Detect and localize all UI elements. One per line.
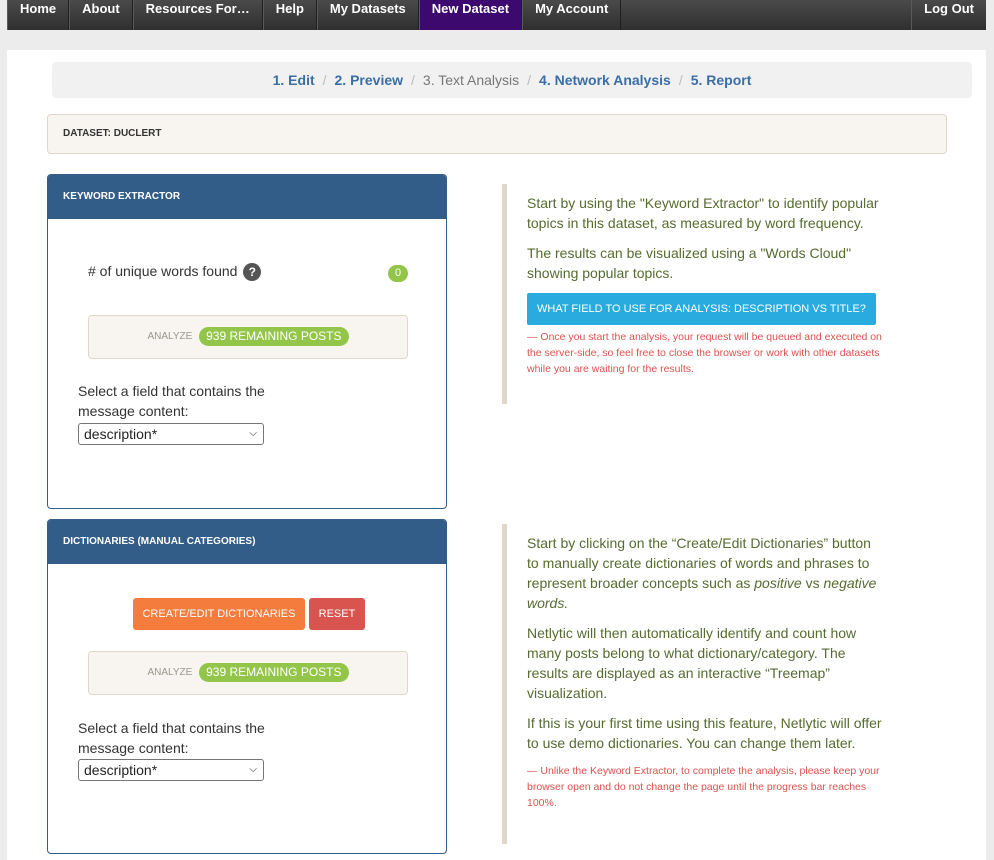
keyword-info-text-2: The results can be visualized using a "W… — [527, 245, 852, 281]
nav-about[interactable]: About — [69, 0, 133, 30]
field-help-button[interactable]: WHAT FIELD TO USE FOR ANALYSIS: DESCRIPT… — [527, 293, 876, 325]
remaining-posts-badge: 939 REMAINING POSTS — [199, 662, 349, 682]
dataset-title: DATASET: DUCLERT — [47, 114, 947, 154]
step-text-analysis: 3. Text Analysis — [422, 72, 520, 88]
unique-words-row: # of unique words found ? 0 — [88, 263, 408, 285]
step-separator: / — [527, 72, 532, 88]
step-preview[interactable]: 2. Preview — [335, 72, 404, 88]
keyword-extractor-header: KEYWORD EXTRACTOR — [48, 175, 446, 219]
dictionaries-field-value: description* — [84, 762, 158, 778]
dictionaries-field-select[interactable]: description* ⌵ — [78, 759, 264, 781]
unique-words-label: # of unique words found — [88, 263, 238, 279]
nav-resources[interactable]: Resources For… — [132, 0, 263, 30]
step-breadcrumb: 1. Edit / 2. Preview / 3. Text Analysis / 4. N… — [52, 62, 972, 98]
positive-word: positive — [754, 575, 802, 591]
keyword-field-value: description* — [84, 426, 158, 442]
dictionaries-info-callout: Start by clicking on the “Create/Edit Di… — [502, 524, 882, 844]
dictionaries-info-text-2: Netlytic will then automatically identif… — [527, 625, 857, 701]
page-content: 1. Edit / 2. Preview / 3. Text Analysis / 4. N… — [7, 50, 986, 860]
keyword-field-select[interactable]: description* ⌵ — [78, 423, 264, 445]
unique-words-count-badge: 0 — [388, 265, 408, 282]
top-nav: Home About Resources For… Help My Datase… — [7, 0, 986, 30]
chevron-down-icon: ⌵ — [249, 764, 257, 775]
reset-button[interactable]: RESET — [309, 598, 365, 630]
nav-my-account[interactable]: My Account — [522, 0, 622, 30]
keyword-analyze-button[interactable]: ANALYZE 939 REMAINING POSTS — [88, 315, 408, 359]
dictionaries-info-text-1: Start by clicking on the “Create/Edit Di… — [527, 533, 882, 613]
step-separator: / — [322, 72, 327, 88]
step-network-analysis[interactable]: 4. Network Analysis — [539, 72, 671, 88]
nav-new-dataset[interactable]: New Dataset — [418, 0, 523, 30]
nav-my-datasets[interactable]: My Datasets — [316, 0, 419, 30]
create-edit-dictionaries-button[interactable]: CREATE/EDIT DICTIONARIES — [133, 598, 305, 630]
dictionaries-analyze-button[interactable]: ANALYZE 939 REMAINING POSTS — [88, 651, 408, 695]
keyword-info-note: — Once you start the analysis, your requ… — [527, 331, 882, 375]
dictionaries-info-text-3: If this is your first time using this fe… — [527, 715, 882, 751]
keyword-extractor-panel: KEYWORD EXTRACTOR # of unique words foun… — [47, 174, 447, 509]
keyword-info-callout: Start by using the "Keyword Extractor" t… — [502, 184, 882, 404]
dictionaries-panel: DICTIONARIES (MANUAL CATEGORIES) CREATE/… — [47, 519, 447, 854]
step-separator: / — [411, 72, 415, 88]
dictionaries-info-note: — Unlike the Keyword Extractor, to compl… — [527, 765, 880, 809]
dictionaries-header: DICTIONARIES (MANUAL CATEGORIES) — [48, 520, 446, 564]
analyze-label: ANALYZE — [147, 667, 193, 678]
dictionaries-field-label: Select a field that contains the message… — [78, 720, 265, 756]
help-icon[interactable]: ? — [243, 263, 262, 282]
nav-home[interactable]: Home — [7, 0, 70, 30]
nav-help[interactable]: Help — [262, 0, 317, 30]
keyword-info-text-1: Start by using the "Keyword Extractor" t… — [527, 195, 879, 231]
chevron-down-icon: ⌵ — [249, 428, 257, 439]
analyze-label: ANALYZE — [147, 331, 193, 342]
nav-log-out[interactable]: Log Out — [911, 0, 986, 30]
dictionaries-info-text-1a: Start by clicking on the “Create/Edit Di… — [527, 535, 871, 591]
step-edit[interactable]: 1. Edit — [273, 72, 315, 88]
step-report[interactable]: 5. Report — [691, 72, 752, 88]
vs-word: vs — [805, 575, 820, 591]
step-separator: / — [678, 72, 683, 88]
keyword-field-label: Select a field that contains the message… — [78, 383, 265, 419]
remaining-posts-badge: 939 REMAINING POSTS — [199, 326, 349, 346]
